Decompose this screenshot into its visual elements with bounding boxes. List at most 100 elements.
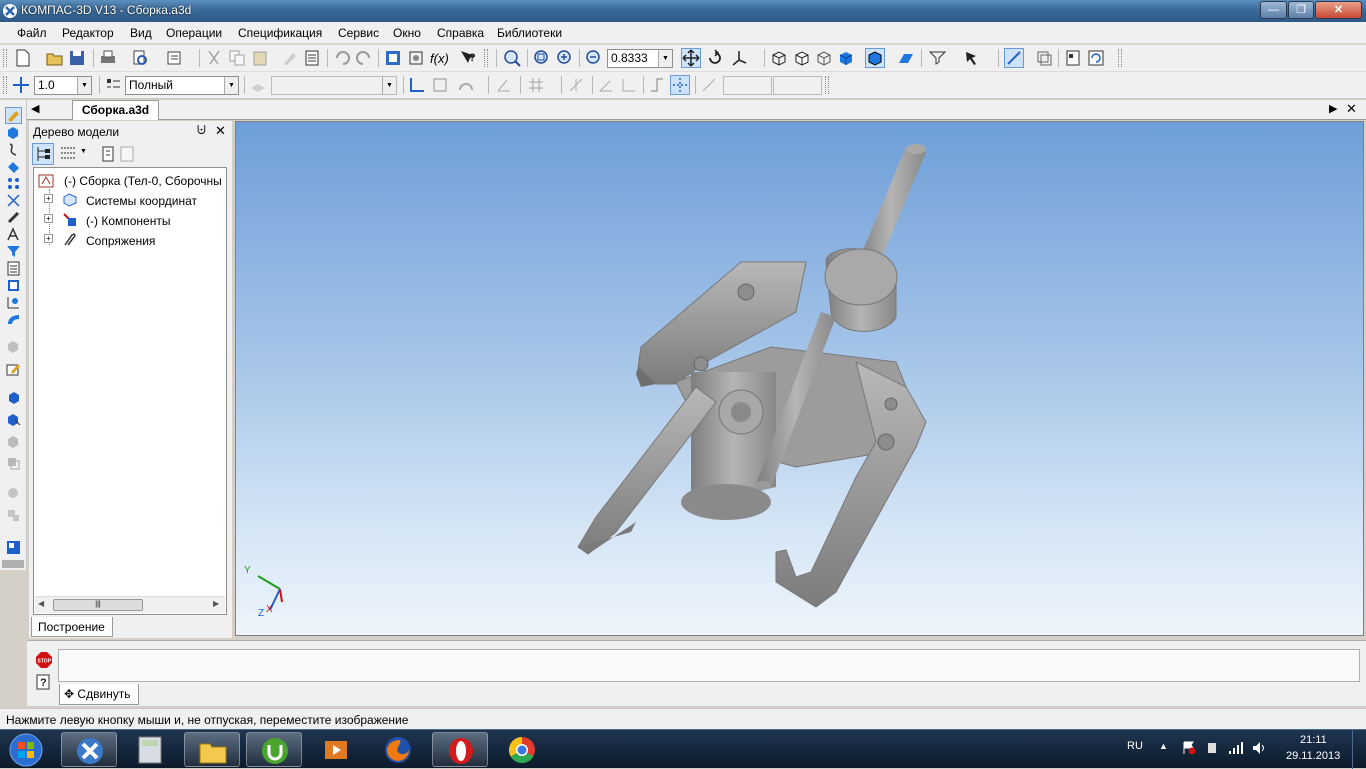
redo-icon[interactable] (355, 49, 373, 67)
rotate-component-icon[interactable] (6, 412, 21, 427)
measure-icon[interactable] (6, 295, 21, 310)
view-mode-icon[interactable] (104, 76, 122, 94)
step-line-icon[interactable] (648, 76, 666, 94)
new-file-icon[interactable] (14, 49, 32, 67)
move-tab[interactable]: ✥ Сдвинуть (59, 684, 139, 705)
menu-help[interactable]: Справка (437, 26, 484, 40)
menu-window[interactable]: Окно (393, 26, 421, 40)
scroll-thumb[interactable]: ||| (53, 599, 143, 611)
array-icon[interactable] (6, 176, 21, 191)
curve-icon[interactable] (6, 142, 21, 157)
zoom-all-icon[interactable] (503, 49, 521, 67)
manager-icon[interactable] (384, 49, 402, 67)
device-icon[interactable] (1205, 741, 1219, 755)
list-icon[interactable] (303, 49, 321, 67)
wireframe-icon[interactable] (770, 49, 788, 67)
network-icon[interactable] (1228, 741, 1244, 755)
snap-point-icon[interactable] (567, 76, 585, 94)
edit-part-icon[interactable] (6, 362, 21, 377)
taskbar-explorer[interactable] (184, 732, 240, 767)
grid-icon[interactable] (527, 76, 545, 94)
local-cs-icon[interactable] (408, 76, 426, 94)
shaded-edges-icon[interactable] (865, 48, 885, 68)
step-cursor-icon[interactable] (12, 76, 30, 94)
menu-service[interactable]: Сервис (338, 26, 379, 40)
clock-time[interactable]: 21:11 (1300, 734, 1327, 746)
step-combo[interactable]: 1.0 ▼ (34, 76, 92, 95)
taskbar-calculator[interactable] (122, 732, 178, 767)
start-button[interactable] (5, 731, 47, 767)
section-icon[interactable] (6, 486, 21, 501)
command-input-field[interactable] (58, 649, 1360, 682)
snap-toggle-icon[interactable] (670, 75, 690, 95)
hidden-lines-icon[interactable] (793, 49, 811, 67)
tray-arrow-icon[interactable]: ▲ (1159, 741, 1168, 751)
sheet-metal-icon[interactable] (6, 312, 21, 327)
pin-icon[interactable]: ⨄ (197, 124, 206, 137)
frame-icon[interactable] (431, 76, 449, 94)
surface-icon[interactable] (6, 159, 21, 174)
display-children-icon[interactable] (98, 144, 118, 164)
tabs-left-arrow[interactable]: ◀ (31, 102, 39, 115)
language-indicator[interactable]: RU (1127, 740, 1143, 752)
expand-icon[interactable]: + (44, 234, 53, 243)
expand-icon[interactable]: + (44, 194, 53, 203)
library-icon[interactable] (407, 49, 425, 67)
menu-operations[interactable]: Операции (166, 26, 222, 40)
thin-hidden-icon[interactable] (815, 49, 833, 67)
collision-icon[interactable] (6, 456, 21, 471)
document-tab[interactable]: Сборка.a3d (72, 100, 159, 120)
taskbar-media[interactable] (308, 732, 364, 767)
volume-icon[interactable] (1252, 741, 1268, 755)
open-icon[interactable] (46, 49, 64, 67)
help-question-icon[interactable]: ? (36, 674, 50, 690)
coord-y-field[interactable] (773, 76, 822, 95)
ortho-icon[interactable] (495, 76, 513, 94)
filter-icon[interactable] (6, 244, 21, 259)
close-document-button[interactable]: ✕ (1346, 101, 1357, 117)
menu-file[interactable]: Файл (17, 26, 47, 40)
undo-icon[interactable] (333, 49, 351, 67)
clock-date[interactable]: 29.11.2013 (1286, 750, 1340, 762)
auxiliary-geometry-icon[interactable] (6, 193, 21, 208)
dimension-icon[interactable] (6, 227, 21, 242)
close-panel-button[interactable]: ✕ (215, 123, 226, 139)
coordinates-icon[interactable] (700, 76, 718, 94)
restore-button[interactable]: ❐ (1288, 1, 1314, 19)
move-component-icon[interactable] (6, 390, 21, 405)
check-icon[interactable] (6, 339, 21, 354)
zoom-combo[interactable]: 0.8333 ▼ (607, 49, 673, 68)
refresh-icon[interactable] (1087, 49, 1105, 67)
3d-viewport[interactable]: Y X Z (235, 121, 1364, 636)
format-brush-icon[interactable] (281, 49, 299, 67)
spec-icon[interactable] (6, 261, 21, 276)
menu-libraries[interactable]: Библиотеки (497, 26, 562, 40)
zoom-window-icon[interactable] (533, 49, 551, 67)
show-desktop-button[interactable] (1352, 730, 1366, 769)
menu-specification[interactable]: Спецификация (238, 26, 322, 40)
print-icon[interactable] (99, 49, 117, 67)
cut-icon[interactable] (205, 49, 223, 67)
explode-icon[interactable] (6, 508, 21, 523)
expand-icon[interactable]: + (44, 214, 53, 223)
preview-icon[interactable] (131, 49, 149, 67)
axis-icon[interactable] (620, 76, 638, 94)
insert-component-icon[interactable] (6, 434, 21, 449)
menu-edit[interactable]: Редактор (62, 26, 114, 40)
tabs-right-arrow[interactable]: ▶ (1329, 102, 1337, 115)
taskbar-chrome[interactable] (494, 732, 550, 767)
toolbar-overflow[interactable] (2, 560, 24, 568)
angle-icon[interactable] (597, 76, 615, 94)
rotate-icon[interactable] (706, 49, 724, 67)
layers-icon[interactable] (1035, 49, 1053, 67)
report-icon[interactable] (6, 278, 21, 293)
taskbar-firefox[interactable] (370, 732, 426, 767)
tree-view-icon[interactable] (32, 143, 54, 165)
mate-icon[interactable] (6, 210, 21, 225)
zoom-scale-icon[interactable] (585, 49, 603, 67)
component-icon[interactable] (6, 125, 21, 140)
report-icon[interactable] (1064, 49, 1082, 67)
help-icon[interactable]: ? (459, 49, 477, 67)
tree-scrollbar[interactable]: ◀ ||| ▶ (35, 596, 225, 613)
variables-button[interactable]: f(x) (430, 51, 449, 66)
